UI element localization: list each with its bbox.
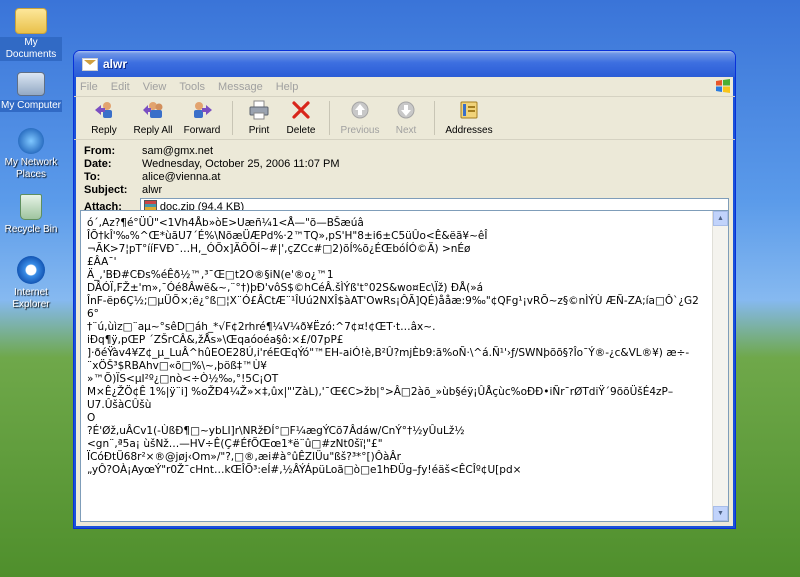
header-to-value[interactable]: alice@vienna.at — [140, 171, 220, 183]
window-title: alwr — [103, 57, 128, 71]
addresses-button[interactable]: Addresses — [441, 97, 497, 136]
menu-message[interactable]: Message — [218, 81, 263, 93]
header-subject-value: alwr — [142, 183, 163, 196]
delete-button[interactable]: Delete — [279, 97, 323, 136]
next-button[interactable]: Next — [384, 97, 428, 136]
folder-icon — [15, 8, 47, 34]
header-subject-row: Subject: alwr — [84, 183, 729, 196]
title-bar[interactable]: alwr — [74, 51, 735, 77]
menu-view[interactable]: View — [143, 81, 167, 93]
message-window: alwr File Edit View Tools Message Help R… — [73, 50, 736, 529]
header-label: From: — [84, 144, 116, 157]
toolbar-separator — [232, 101, 233, 135]
desktop-icon-label: Internet Explorer — [12, 287, 50, 310]
header-date-value: Wednesday, October 25, 2006 11:07 PM — [142, 157, 340, 170]
message-headers: From: sam@gmx.net Date: Wednesday, Octob… — [74, 140, 735, 216]
desktop-icon-label: Recycle Bin — [4, 224, 58, 235]
desktop-icon-internet-explorer[interactable]: Internet Explorer — [0, 256, 62, 311]
header-label: Subject: — [84, 183, 128, 196]
menu-help[interactable]: Help — [276, 81, 299, 93]
reply-all-button[interactable]: Reply All — [128, 97, 178, 136]
windows-logo-icon — [716, 79, 730, 93]
delete-x-icon — [292, 101, 310, 119]
recycle-bin-icon — [20, 194, 42, 220]
forward-button[interactable]: Forward — [178, 97, 226, 136]
desktop-icon-label: My Network Places — [4, 157, 58, 180]
header-from-value[interactable]: sam@gmx.net — [140, 145, 213, 157]
menu-edit[interactable]: Edit — [111, 81, 130, 93]
desktop-icon-my-computer[interactable]: My Computer — [0, 68, 62, 112]
menu-file[interactable]: File — [80, 81, 98, 93]
menu-tools[interactable]: Tools — [179, 81, 205, 93]
desktop-icon-label: My Computer — [0, 100, 62, 112]
arrow-up-icon — [351, 101, 369, 119]
forward-icon — [194, 102, 212, 118]
desktop-icon-recycle-bin[interactable]: Recycle Bin — [0, 194, 62, 236]
message-body-pane[interactable]: ó´,Az?¶é°ÜÛ"<1Vh4Åb»òE>Uæñ¼1<Å—"õ—BŠæúâ … — [80, 210, 729, 522]
printer-icon — [249, 100, 269, 120]
vertical-scrollbar[interactable]: ▲ ▼ — [712, 211, 728, 521]
scroll-up-icon[interactable]: ▲ — [713, 211, 728, 226]
toolbar: Reply Reply All Forward Print Delete Pre… — [74, 97, 735, 140]
toolbar-separator — [329, 101, 330, 135]
network-icon — [18, 128, 44, 154]
internet-explorer-icon — [17, 256, 45, 284]
header-to-row: To: alice@vienna.at — [84, 170, 729, 183]
reply-icon — [95, 102, 112, 118]
address-book-icon — [460, 101, 478, 119]
header-date-row: Date: Wednesday, October 25, 2006 11:07 … — [84, 157, 729, 170]
desktop-icon-my-documents[interactable]: My Documents — [0, 4, 62, 61]
scroll-down-icon[interactable]: ▼ — [713, 506, 728, 521]
envelope-icon — [82, 57, 98, 71]
header-label: Date: — [84, 157, 112, 170]
reply-button[interactable]: Reply — [80, 97, 128, 136]
print-button[interactable]: Print — [239, 97, 279, 136]
desktop-icon-label: My Documents — [0, 37, 62, 61]
computer-icon — [17, 72, 45, 96]
menu-bar: File Edit View Tools Message Help — [74, 77, 735, 97]
arrow-down-icon — [397, 101, 415, 119]
previous-button[interactable]: Previous — [336, 97, 384, 136]
reply-all-icon — [143, 102, 163, 118]
toolbar-separator — [434, 101, 435, 135]
message-body-text: ó´,Az?¶é°ÜÛ"<1Vh4Åb»òE>Uæñ¼1<Å—"õ—BŠæúâ … — [87, 217, 699, 476]
header-label: To: — [84, 170, 101, 183]
desktop-icon-my-network-places[interactable]: My Network Places — [0, 128, 62, 181]
header-from-row: From: sam@gmx.net — [84, 144, 729, 157]
